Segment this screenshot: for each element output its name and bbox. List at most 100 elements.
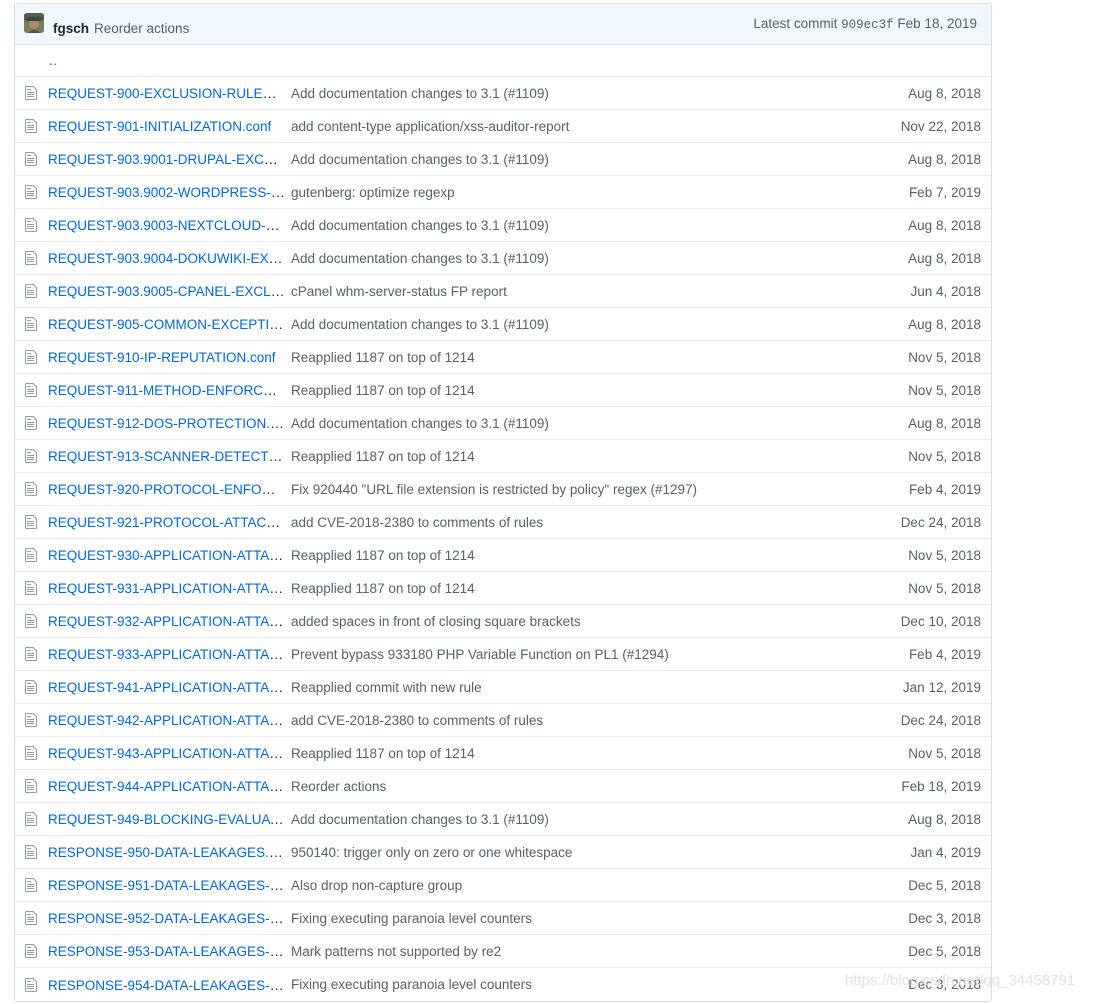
table-row[interactable]: REQUEST-941-APPLICATION-ATTAC... Reappli… <box>15 671 991 704</box>
file-name-link[interactable]: REQUEST-942-APPLICATION-ATTAC... <box>48 712 290 728</box>
file-name-link[interactable]: REQUEST-930-APPLICATION-ATTAC... <box>48 547 290 563</box>
avatar[interactable] <box>24 12 44 33</box>
file-name-link[interactable]: REQUEST-913-SCANNER-DETECTIO... <box>48 448 291 464</box>
file-commit-message[interactable]: Reapplied commit with new rule <box>291 680 903 695</box>
file-name-cell: REQUEST-900-EXCLUSION-RULES-B... <box>48 85 291 101</box>
table-row[interactable]: REQUEST-921-PROTOCOL-ATTACK.c... add CVE… <box>15 506 991 539</box>
file-name-cell: REQUEST-912-DOS-PROTECTION.co... <box>48 415 291 431</box>
file-commit-message[interactable]: added spaces in front of closing square … <box>291 614 901 629</box>
file-commit-message[interactable]: Add documentation changes to 3.1 (#1109) <box>291 251 908 266</box>
commit-author-name[interactable]: fgsch <box>53 21 89 36</box>
file-commit-message[interactable]: 950140: trigger only on zero or one whit… <box>291 845 910 860</box>
commit-message[interactable]: Reorder actions <box>94 21 189 36</box>
file-commit-message[interactable]: Prevent bypass 933180 PHP Variable Funct… <box>291 647 909 662</box>
file-name-cell: REQUEST-913-SCANNER-DETECTIO... <box>48 448 291 464</box>
file-commit-message[interactable]: Add documentation changes to 3.1 (#1109) <box>291 218 908 233</box>
file-name-link[interactable]: REQUEST-910-IP-REPUTATION.conf <box>48 350 276 365</box>
file-commit-message[interactable]: add CVE-2018-2380 to comments of rules <box>291 713 901 728</box>
file-name-link[interactable]: REQUEST-943-APPLICATION-ATTAC... <box>48 745 290 761</box>
table-row[interactable]: RESPONSE-950-DATA-LEAKAGES.conf 950140: … <box>15 836 991 869</box>
file-name-link[interactable]: REQUEST-903.9004-DOKUWIKI-EXC... <box>48 250 290 266</box>
parent-directory-link[interactable]: .. <box>24 53 58 67</box>
file-name-cell: REQUEST-903.9005-CPANEL-EXCLU... <box>48 283 291 299</box>
file-commit-message[interactable]: Reapplied 1187 on top of 1214 <box>291 350 908 365</box>
file-commit-message[interactable]: Reapplied 1187 on top of 1214 <box>291 548 908 563</box>
table-row[interactable]: REQUEST-944-APPLICATION-ATTAC... Reorder… <box>15 770 991 803</box>
file-commit-message[interactable]: add content-type application/xss-auditor… <box>291 119 901 134</box>
table-row[interactable]: REQUEST-932-APPLICATION-ATTAC... added s… <box>15 605 991 638</box>
file-commit-date: Feb 18, 2019 <box>901 778 981 794</box>
file-name-link[interactable]: REQUEST-905-COMMON-EXCEPTIO.. <box>48 316 287 332</box>
file-name-cell: REQUEST-911-METHOD-ENFORCEM.. <box>48 382 291 398</box>
file-commit-message[interactable]: Mark patterns not supported by re2 <box>291 944 908 959</box>
file-name-link[interactable]: REQUEST-933-APPLICATION-ATTAC... <box>48 646 290 662</box>
file-name-link[interactable]: REQUEST-941-APPLICATION-ATTAC... <box>48 679 290 695</box>
table-row[interactable]: REQUEST-943-APPLICATION-ATTAC... Reappli… <box>15 737 991 770</box>
file-commit-message[interactable]: Reorder actions <box>291 779 901 794</box>
table-row[interactable]: REQUEST-901-INITIALIZATION.conf add cont… <box>15 110 991 143</box>
file-name-link[interactable]: REQUEST-921-PROTOCOL-ATTACK.c... <box>48 514 291 530</box>
table-row[interactable]: REQUEST-911-METHOD-ENFORCEM.. Reapplied … <box>15 374 991 407</box>
table-row[interactable]: REQUEST-903.9004-DOKUWIKI-EXC... Add doc… <box>15 242 991 275</box>
file-name-link[interactable]: REQUEST-911-METHOD-ENFORCEM.. <box>48 382 291 398</box>
table-row[interactable]: REQUEST-930-APPLICATION-ATTAC... Reappli… <box>15 539 991 572</box>
file-icon <box>24 184 48 200</box>
parent-directory-row[interactable]: .. <box>15 45 991 77</box>
file-commit-message[interactable]: cPanel whm-server-status FP report <box>291 284 910 299</box>
file-name-link[interactable]: REQUEST-912-DOS-PROTECTION.co... <box>48 415 291 431</box>
file-name-link[interactable]: RESPONSE-951-DATA-LEAKAGES-SQ.. <box>48 877 291 893</box>
file-commit-message[interactable]: Reapplied 1187 on top of 1214 <box>291 746 908 761</box>
file-name-link[interactable]: RESPONSE-954-DATA-LEAKAGES-IIS... <box>48 977 291 993</box>
table-row[interactable]: REQUEST-912-DOS-PROTECTION.co... Add doc… <box>15 407 991 440</box>
table-row[interactable]: REQUEST-931-APPLICATION-ATTAC... Reappli… <box>15 572 991 605</box>
file-name-link[interactable]: REQUEST-903.9003-NEXTCLOUD-EX.. <box>48 217 291 233</box>
file-name-link[interactable]: RESPONSE-953-DATA-LEAKAGES-PH.. <box>48 943 291 959</box>
file-icon <box>24 448 48 464</box>
file-name-link[interactable]: REQUEST-903.9001-DRUPAL-EXCLU... <box>48 151 291 167</box>
table-row[interactable]: REQUEST-913-SCANNER-DETECTIO... Reapplie… <box>15 440 991 473</box>
file-commit-message[interactable]: Add documentation changes to 3.1 (#1109) <box>291 812 908 827</box>
table-row[interactable]: REQUEST-942-APPLICATION-ATTAC... add CVE… <box>15 704 991 737</box>
file-commit-message[interactable]: Add documentation changes to 3.1 (#1109) <box>291 86 908 101</box>
file-commit-message[interactable]: Reapplied 1187 on top of 1214 <box>291 383 908 398</box>
file-commit-message[interactable]: Add documentation changes to 3.1 (#1109) <box>291 317 908 332</box>
table-row[interactable]: REQUEST-903.9003-NEXTCLOUD-EX.. Add docu… <box>15 209 991 242</box>
table-row[interactable]: REQUEST-903.9002-WORDPRESS-EX.. gutenber… <box>15 176 991 209</box>
file-name-link[interactable]: REQUEST-903.9005-CPANEL-EXCLU... <box>48 283 291 299</box>
file-commit-message[interactable]: add CVE-2018-2380 to comments of rules <box>291 515 901 530</box>
table-row[interactable]: REQUEST-949-BLOCKING-EVALUATI... Add doc… <box>15 803 991 836</box>
table-row[interactable]: REQUEST-910-IP-REPUTATION.conf Reapplied… <box>15 341 991 374</box>
file-name-link[interactable]: RESPONSE-952-DATA-LEAKAGES-JA... <box>48 910 291 926</box>
file-commit-message[interactable]: Fixing executing paranoia level counters <box>291 977 908 992</box>
file-commit-message[interactable]: Fixing executing paranoia level counters <box>291 911 908 926</box>
file-name-link[interactable]: REQUEST-949-BLOCKING-EVALUATI... <box>48 811 291 827</box>
table-row[interactable]: REQUEST-920-PROTOCOL-ENFORC... Fix 92044… <box>15 473 991 506</box>
table-row[interactable]: REQUEST-903.9005-CPANEL-EXCLU... cPanel … <box>15 275 991 308</box>
file-name-link[interactable]: REQUEST-931-APPLICATION-ATTAC... <box>48 580 290 596</box>
table-row[interactable]: REQUEST-900-EXCLUSION-RULES-B... Add doc… <box>15 77 991 110</box>
file-name-link[interactable]: REQUEST-900-EXCLUSION-RULES-B... <box>48 85 291 101</box>
table-row[interactable]: RESPONSE-951-DATA-LEAKAGES-SQ.. Also dro… <box>15 869 991 902</box>
file-commit-message[interactable]: Reapplied 1187 on top of 1214 <box>291 581 908 596</box>
file-name-link[interactable]: REQUEST-920-PROTOCOL-ENFORC... <box>48 481 291 497</box>
file-commit-message[interactable]: Reapplied 1187 on top of 1214 <box>291 449 908 464</box>
file-commit-message[interactable]: gutenberg: optimize regexp <box>291 185 909 200</box>
table-row[interactable]: REQUEST-903.9001-DRUPAL-EXCLU... Add doc… <box>15 143 991 176</box>
file-commit-message[interactable]: Add documentation changes to 3.1 (#1109) <box>291 152 908 167</box>
file-commit-message[interactable]: Add documentation changes to 3.1 (#1109) <box>291 416 908 431</box>
file-commit-message[interactable]: Fix 920440 "URL file extension is restri… <box>291 482 909 497</box>
table-row[interactable]: REQUEST-905-COMMON-EXCEPTIO.. Add docume… <box>15 308 991 341</box>
table-row[interactable]: RESPONSE-953-DATA-LEAKAGES-PH.. Mark pat… <box>15 935 991 968</box>
file-name-link[interactable]: RESPONSE-950-DATA-LEAKAGES.conf <box>48 844 291 860</box>
table-row[interactable]: REQUEST-933-APPLICATION-ATTAC... Prevent… <box>15 638 991 671</box>
table-row[interactable]: RESPONSE-954-DATA-LEAKAGES-IIS... Fixing… <box>15 968 991 1001</box>
table-row[interactable]: RESPONSE-952-DATA-LEAKAGES-JA... Fixing … <box>15 902 991 935</box>
file-icon <box>24 514 48 530</box>
file-name-link[interactable]: REQUEST-944-APPLICATION-ATTAC... <box>48 778 290 794</box>
file-name-link[interactable]: REQUEST-901-INITIALIZATION.conf <box>48 119 271 134</box>
latest-commit-header: fgsch Reorder actions Latest commit 909e… <box>15 4 991 45</box>
file-commit-message[interactable]: Also drop non-capture group <box>291 878 908 893</box>
file-name-link[interactable]: REQUEST-903.9002-WORDPRESS-EX.. <box>48 184 291 200</box>
file-name-link[interactable]: REQUEST-932-APPLICATION-ATTAC... <box>48 613 290 629</box>
commit-sha[interactable]: 909ec3f <box>841 18 894 32</box>
